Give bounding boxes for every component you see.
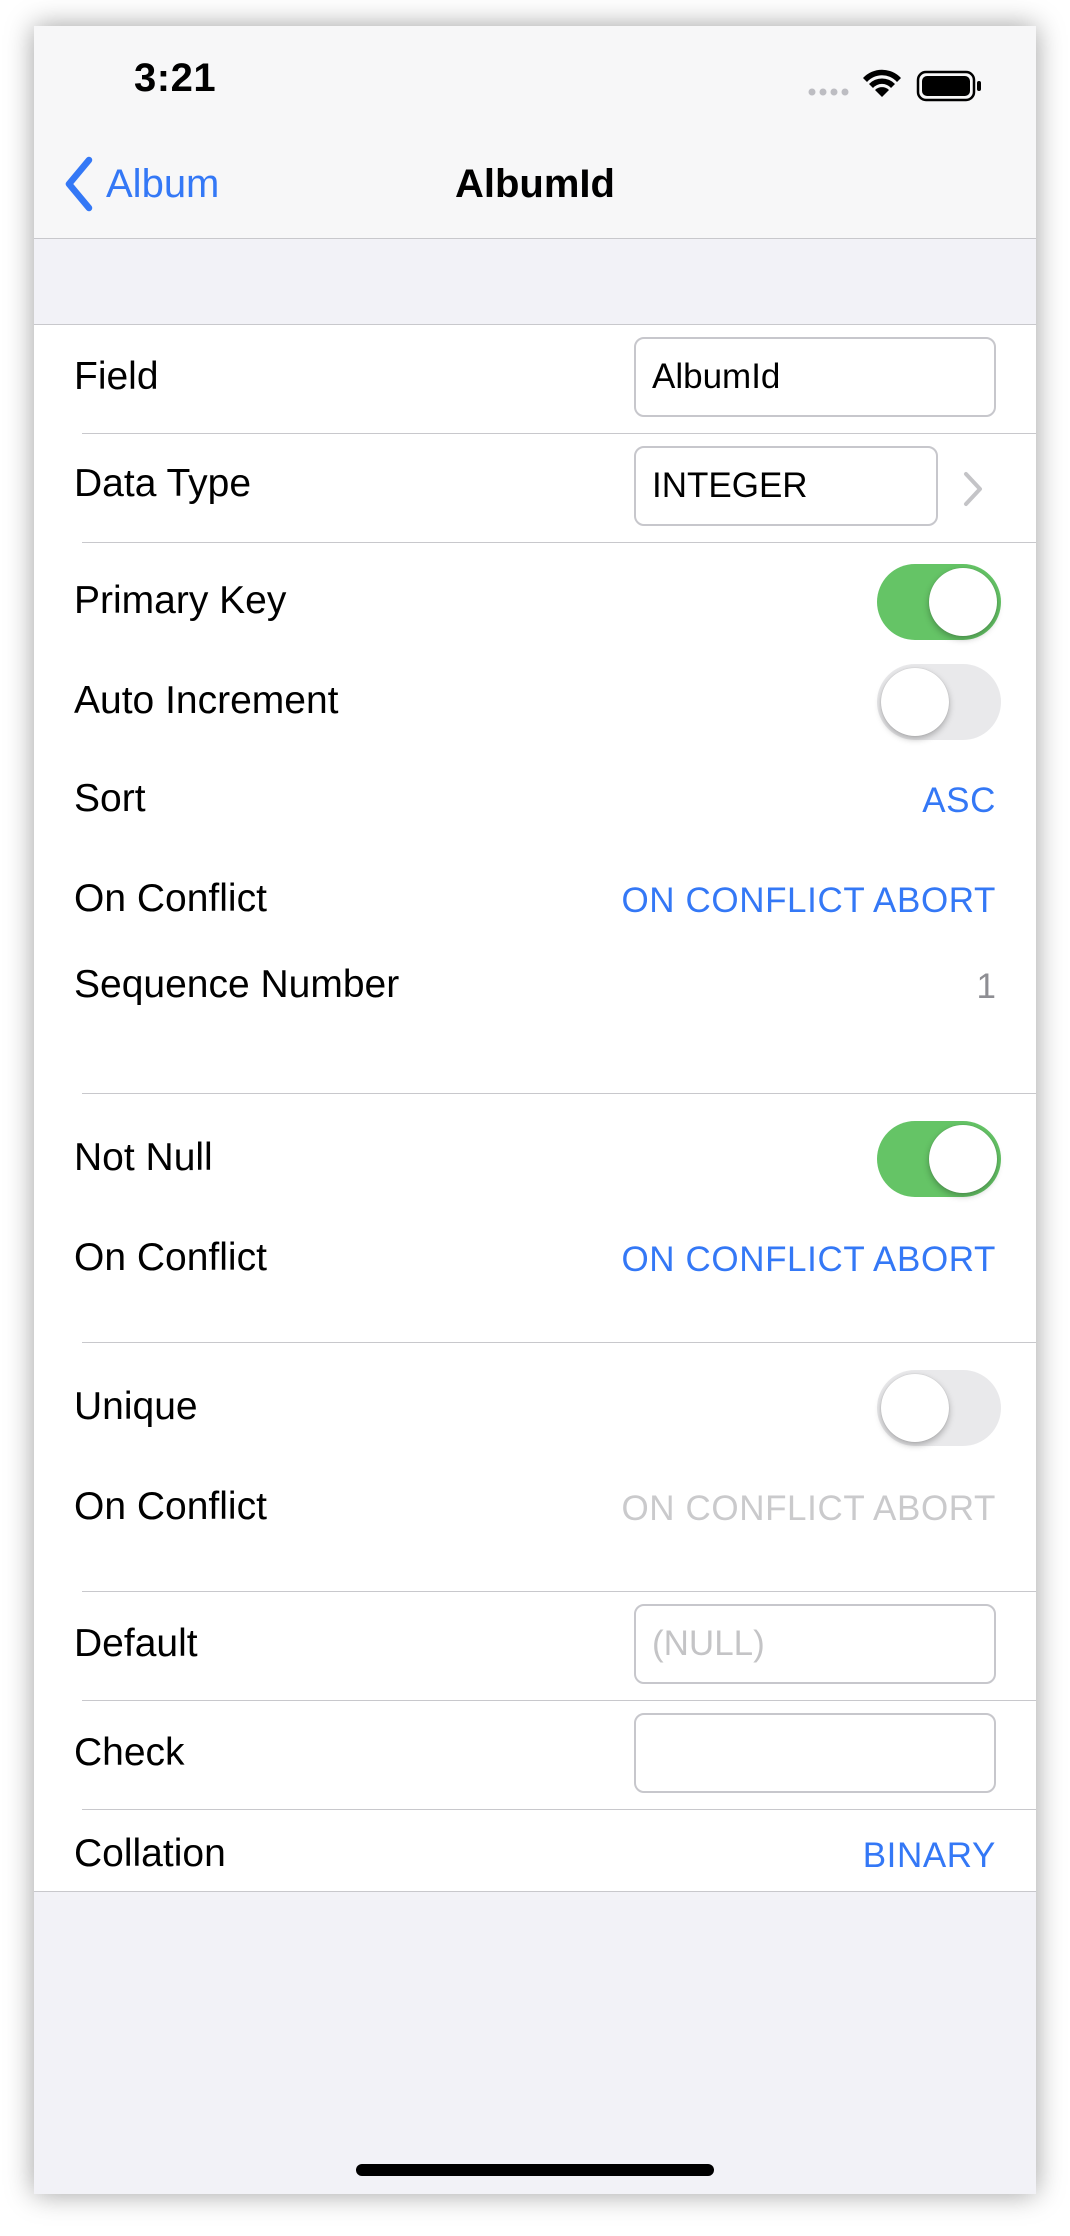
not-null-label: Not Null: [74, 1136, 213, 1179]
toggle-knob: [881, 668, 949, 736]
collation-row: Collation BINARY: [34, 1810, 1036, 1890]
field-label: Field: [74, 355, 159, 398]
default-value-input[interactable]: [634, 1604, 996, 1684]
not-null-row: Not Null: [34, 1094, 1036, 1208]
unique-row: Unique: [34, 1343, 1036, 1457]
on-conflict-label: On Conflict: [74, 877, 267, 920]
not-null-conflict-button[interactable]: ON CONFLICT ABORT: [621, 1240, 996, 1280]
battery-icon: [916, 70, 981, 102]
not-null-toggle[interactable]: [877, 1121, 1001, 1197]
sort-label: Sort: [74, 777, 146, 820]
sequence-number-row: Sequence Number 1: [34, 943, 1036, 1039]
disclosure-chevron-icon[interactable]: [962, 470, 984, 508]
primary-key-conflict-button[interactable]: ON CONFLICT ABORT: [621, 881, 996, 921]
check-constraint-input[interactable]: [634, 1713, 996, 1793]
home-indicator: [356, 2164, 714, 2176]
navigation-header: 3:21 Album AlbumId: [34, 26, 1036, 239]
wifi-icon: [863, 69, 901, 97]
unique-conflict-row: On Conflict ON CONFLICT ABORT: [34, 1457, 1036, 1557]
primary-key-row: Primary Key: [34, 543, 1036, 657]
status-time: 3:21: [134, 56, 217, 100]
field-row: Field: [34, 325, 1036, 433]
app-screen: 3:21 Album AlbumId Field AlbumId Data Ty…: [34, 26, 1036, 2194]
primary-key-conflict-row: On Conflict ON CONFLICT ABORT: [34, 857, 1036, 943]
data-type-label: Data Type: [74, 462, 252, 505]
unique-toggle[interactable]: [877, 1370, 1001, 1446]
check-label: Check: [74, 1731, 185, 1774]
on-conflict-label: On Conflict: [74, 1236, 267, 1279]
page-title: AlbumId: [455, 162, 615, 206]
primary-key-label: Primary Key: [74, 579, 287, 622]
data-type-input[interactable]: [634, 446, 938, 526]
primary-key-toggle[interactable]: [877, 564, 1001, 640]
sequence-number-label: Sequence Number: [74, 963, 400, 1006]
unique-label: Unique: [74, 1385, 198, 1428]
sort-value-button[interactable]: ASC: [922, 781, 996, 821]
auto-increment-toggle[interactable]: [877, 664, 1001, 740]
toggle-knob: [929, 568, 997, 636]
data-type-row: Data Type: [34, 434, 1036, 542]
field-name-input[interactable]: [634, 337, 996, 417]
auto-increment-label: Auto Increment: [74, 679, 339, 722]
sort-row: Sort ASC: [34, 757, 1036, 857]
column-settings-group: Field Data Type Primary Key Auto Increme…: [34, 324, 1036, 1892]
default-row: Default: [34, 1592, 1036, 1700]
on-conflict-label: On Conflict: [74, 1485, 267, 1528]
not-null-conflict-row: On Conflict ON CONFLICT ABORT: [34, 1208, 1036, 1308]
check-row: Check: [34, 1701, 1036, 1809]
sequence-number-value: 1: [976, 967, 996, 1006]
collation-label: Collation: [74, 1832, 226, 1875]
auto-increment-row: Auto Increment: [34, 657, 1036, 757]
unique-conflict-button: ON CONFLICT ABORT: [621, 1489, 996, 1528]
default-label: Default: [74, 1622, 198, 1665]
status-icons: [806, 66, 986, 106]
toggle-knob: [929, 1125, 997, 1193]
signal-dots-icon: [808, 88, 849, 96]
collation-value-button[interactable]: BINARY: [863, 1836, 996, 1876]
toggle-knob: [881, 1374, 949, 1442]
